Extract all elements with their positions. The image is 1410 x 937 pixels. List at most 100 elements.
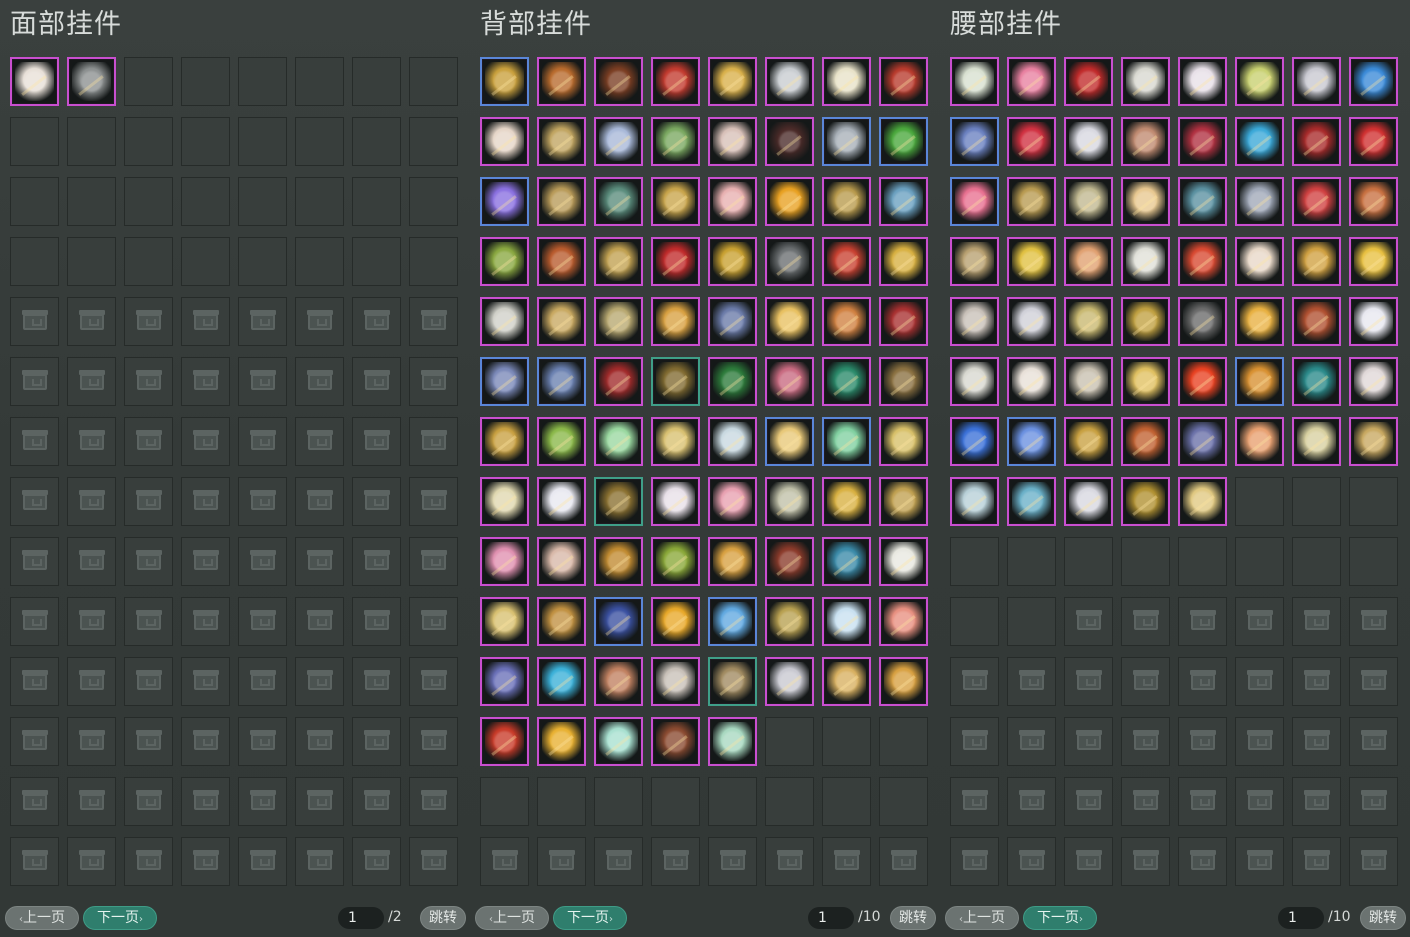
pendant-item-slot[interactable] bbox=[1007, 237, 1056, 286]
empty-slot[interactable] bbox=[352, 117, 401, 166]
pendant-item-slot[interactable] bbox=[594, 597, 643, 646]
pendant-item-slot[interactable] bbox=[950, 117, 999, 166]
pendant-item-slot[interactable] bbox=[651, 657, 700, 706]
pendant-item-slot[interactable] bbox=[1235, 177, 1284, 226]
pendant-item-slot[interactable] bbox=[1064, 417, 1113, 466]
pendant-item-slot[interactable] bbox=[879, 237, 928, 286]
empty-slot[interactable] bbox=[480, 777, 529, 826]
pendant-item-slot[interactable] bbox=[1121, 357, 1170, 406]
next-page-button[interactable]: 下一页› bbox=[553, 906, 627, 930]
empty-slot[interactable] bbox=[409, 57, 458, 106]
next-page-button[interactable]: 下一页› bbox=[1023, 906, 1097, 930]
empty-slot[interactable] bbox=[10, 117, 59, 166]
empty-slot[interactable] bbox=[181, 237, 230, 286]
pendant-item-slot[interactable] bbox=[765, 537, 814, 586]
pendant-item-slot[interactable] bbox=[537, 177, 586, 226]
empty-slot[interactable] bbox=[765, 717, 814, 766]
pendant-item-slot[interactable] bbox=[480, 537, 529, 586]
pendant-item-slot[interactable] bbox=[1235, 57, 1284, 106]
pendant-item-slot[interactable] bbox=[708, 717, 757, 766]
empty-slot[interactable] bbox=[708, 777, 757, 826]
pendant-item-slot[interactable] bbox=[651, 237, 700, 286]
pendant-item-slot[interactable] bbox=[708, 237, 757, 286]
pendant-item-slot[interactable] bbox=[480, 297, 529, 346]
empty-slot[interactable] bbox=[181, 177, 230, 226]
empty-slot[interactable] bbox=[409, 237, 458, 286]
pendant-item-slot[interactable] bbox=[1121, 57, 1170, 106]
pendant-item-slot[interactable] bbox=[708, 597, 757, 646]
pendant-item-slot[interactable] bbox=[879, 357, 928, 406]
empty-slot[interactable] bbox=[822, 717, 871, 766]
pendant-item-slot[interactable] bbox=[537, 357, 586, 406]
pendant-item-slot[interactable] bbox=[1349, 357, 1398, 406]
pendant-item-slot[interactable] bbox=[1178, 237, 1227, 286]
pendant-item-slot[interactable] bbox=[1349, 117, 1398, 166]
pendant-item-slot[interactable] bbox=[1121, 417, 1170, 466]
empty-slot[interactable] bbox=[409, 177, 458, 226]
pendant-item-slot[interactable] bbox=[765, 477, 814, 526]
pendant-item-slot[interactable] bbox=[822, 657, 871, 706]
pendant-item-slot[interactable] bbox=[537, 57, 586, 106]
pendant-item-slot[interactable] bbox=[537, 657, 586, 706]
pendant-item-slot[interactable] bbox=[1292, 297, 1341, 346]
pendant-item-slot[interactable] bbox=[879, 597, 928, 646]
pendant-item-slot[interactable] bbox=[10, 57, 59, 106]
pendant-item-slot[interactable] bbox=[950, 237, 999, 286]
pendant-item-slot[interactable] bbox=[879, 177, 928, 226]
pendant-item-slot[interactable] bbox=[1235, 117, 1284, 166]
jump-button[interactable]: 跳转 bbox=[890, 906, 936, 930]
pendant-item-slot[interactable] bbox=[1235, 417, 1284, 466]
pendant-item-slot[interactable] bbox=[1007, 477, 1056, 526]
pendant-item-slot[interactable] bbox=[1007, 177, 1056, 226]
pendant-item-slot[interactable] bbox=[537, 537, 586, 586]
empty-slot[interactable] bbox=[1235, 537, 1284, 586]
empty-slot[interactable] bbox=[1235, 477, 1284, 526]
empty-slot[interactable] bbox=[352, 57, 401, 106]
pendant-item-slot[interactable] bbox=[1292, 117, 1341, 166]
pendant-item-slot[interactable] bbox=[480, 597, 529, 646]
empty-slot[interactable] bbox=[1064, 537, 1113, 586]
pendant-item-slot[interactable] bbox=[879, 657, 928, 706]
empty-slot[interactable] bbox=[879, 777, 928, 826]
pendant-item-slot[interactable] bbox=[765, 237, 814, 286]
pendant-item-slot[interactable] bbox=[1178, 177, 1227, 226]
pendant-item-slot[interactable] bbox=[1064, 357, 1113, 406]
empty-slot[interactable] bbox=[295, 237, 344, 286]
empty-slot[interactable] bbox=[1007, 537, 1056, 586]
empty-slot[interactable] bbox=[1349, 537, 1398, 586]
pendant-item-slot[interactable] bbox=[480, 357, 529, 406]
prev-page-button[interactable]: ‹上一页 bbox=[475, 906, 549, 930]
pendant-item-slot[interactable] bbox=[1064, 297, 1113, 346]
empty-slot[interactable] bbox=[1178, 537, 1227, 586]
empty-slot[interactable] bbox=[67, 237, 116, 286]
pendant-item-slot[interactable] bbox=[1292, 417, 1341, 466]
pendant-item-slot[interactable] bbox=[651, 597, 700, 646]
empty-slot[interactable] bbox=[1292, 537, 1341, 586]
pendant-item-slot[interactable] bbox=[1235, 297, 1284, 346]
pendant-item-slot[interactable] bbox=[1349, 177, 1398, 226]
pendant-item-slot[interactable] bbox=[594, 357, 643, 406]
pendant-item-slot[interactable] bbox=[765, 57, 814, 106]
empty-slot[interactable] bbox=[1007, 597, 1056, 646]
pendant-item-slot[interactable] bbox=[480, 477, 529, 526]
pendant-item-slot[interactable] bbox=[1064, 57, 1113, 106]
pendant-item-slot[interactable] bbox=[1292, 357, 1341, 406]
pendant-item-slot[interactable] bbox=[822, 417, 871, 466]
pendant-item-slot[interactable] bbox=[879, 117, 928, 166]
pendant-item-slot[interactable] bbox=[1064, 117, 1113, 166]
pendant-item-slot[interactable] bbox=[1121, 177, 1170, 226]
empty-slot[interactable] bbox=[124, 117, 173, 166]
pendant-item-slot[interactable] bbox=[651, 717, 700, 766]
pendant-item-slot[interactable] bbox=[480, 657, 529, 706]
pendant-item-slot[interactable] bbox=[537, 237, 586, 286]
pendant-item-slot[interactable] bbox=[594, 177, 643, 226]
empty-slot[interactable] bbox=[765, 777, 814, 826]
pendant-item-slot[interactable] bbox=[950, 297, 999, 346]
pendant-item-slot[interactable] bbox=[822, 177, 871, 226]
pendant-item-slot[interactable] bbox=[651, 117, 700, 166]
pendant-item-slot[interactable] bbox=[594, 417, 643, 466]
pendant-item-slot[interactable] bbox=[1121, 237, 1170, 286]
pendant-item-slot[interactable] bbox=[708, 297, 757, 346]
pendant-item-slot[interactable] bbox=[480, 717, 529, 766]
pendant-item-slot[interactable] bbox=[1178, 297, 1227, 346]
